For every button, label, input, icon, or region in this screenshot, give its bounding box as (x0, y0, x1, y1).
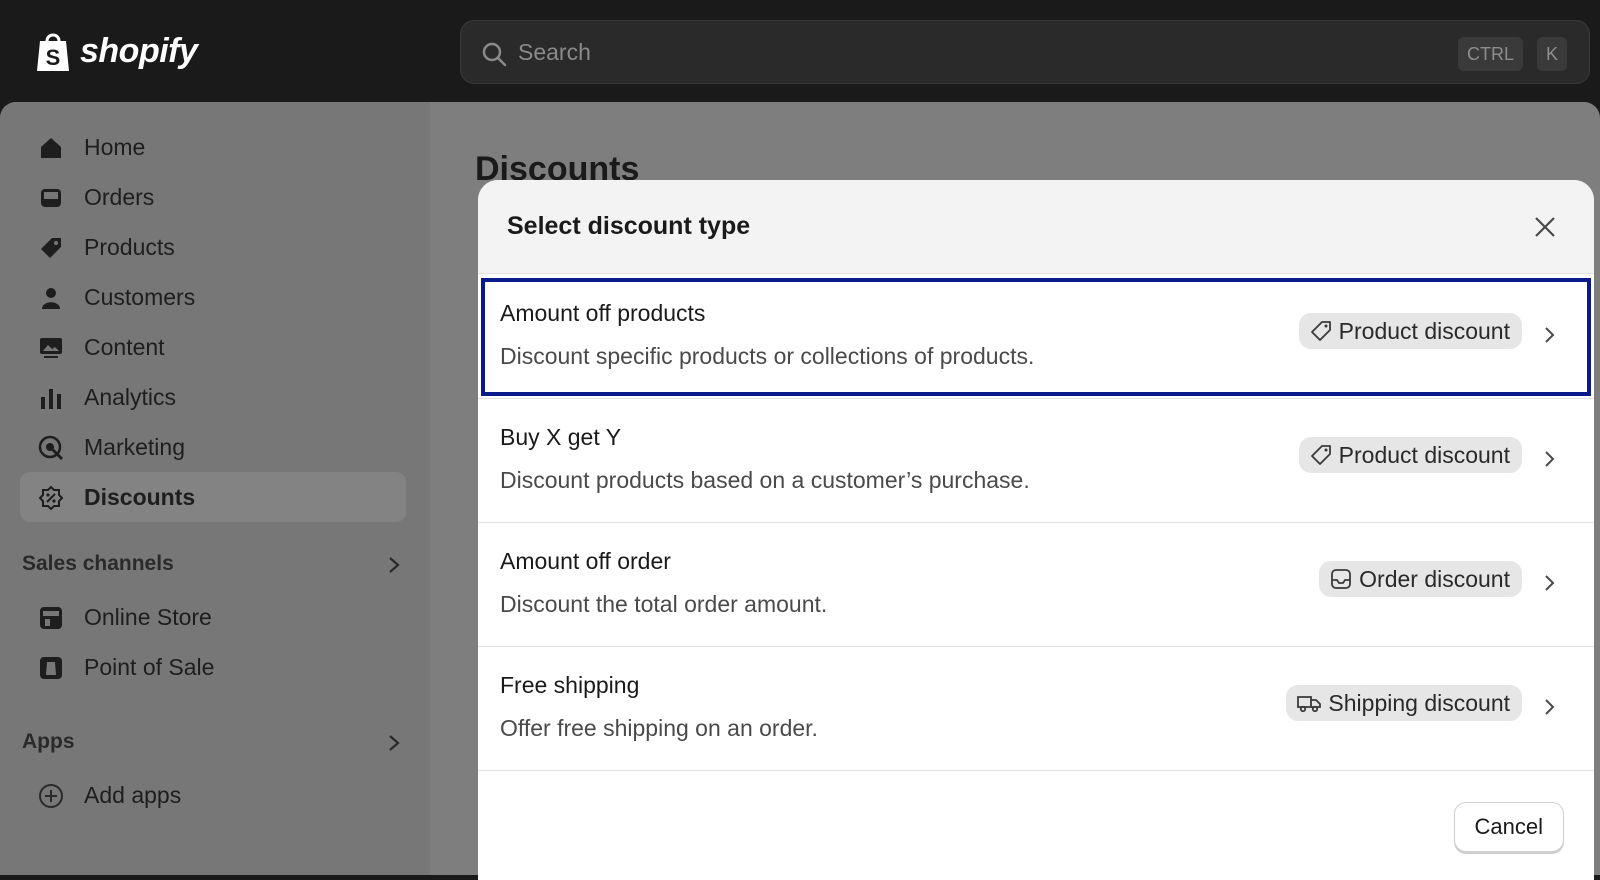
sidebar-item-orders[interactable]: Orders (20, 172, 406, 222)
cancel-button[interactable]: Cancel (1453, 802, 1564, 852)
chevron-right-icon (1545, 699, 1555, 715)
shortcut-key-k: K (1536, 37, 1567, 71)
section-label: Sales channels (22, 552, 174, 575)
tag-icon (41, 238, 61, 258)
truck-icon (1297, 696, 1322, 713)
apps-header[interactable]: Apps (22, 724, 402, 764)
target-icon (38, 435, 64, 461)
sidebar-item-products[interactable]: Products (20, 222, 406, 272)
sidebar-item-label: Add apps (84, 782, 182, 808)
sidebar-item-home[interactable]: Home (20, 122, 406, 172)
chevron-right-icon (1545, 451, 1555, 467)
close-icon[interactable] (1530, 212, 1560, 242)
order-icon (1331, 569, 1352, 589)
order-discount-badge: Order discount (1319, 561, 1522, 597)
option-title: Amount off products (500, 300, 706, 326)
badge-label: Product discount (1338, 317, 1510, 344)
sidebar: Home Orders Products Customers Content A… (0, 102, 430, 875)
option-title: Free shipping (500, 672, 640, 698)
section-label: Apps (22, 730, 75, 753)
sidebar-item-label: Marketing (84, 434, 185, 460)
select-discount-type-modal: Select discount type Amount off products… (478, 180, 1594, 880)
product-discount-badge: Product discount (1298, 437, 1522, 473)
sidebar-item-marketing[interactable]: Marketing (20, 422, 406, 472)
badge-label: Shipping discount (1328, 689, 1510, 716)
sidebar-item-analytics[interactable]: Analytics (20, 372, 406, 422)
modal-header: Select discount type (478, 180, 1594, 274)
option-description: Offer free shipping on an order. (500, 715, 818, 741)
chevron-right-icon (389, 557, 400, 573)
sidebar-item-label: Analytics (84, 384, 177, 410)
tag-icon (1310, 445, 1331, 465)
top-bar: S shopify Search CTRL K (0, 0, 1600, 102)
shipping-discount-badge: Shipping discount (1286, 685, 1522, 721)
sidebar-item-label: Products (84, 234, 175, 260)
sidebar-item-online-store[interactable]: Online Store (20, 592, 406, 642)
sidebar-item-point-of-sale[interactable]: Point of Sale (20, 642, 406, 692)
option-description: Discount the total order amount. (500, 591, 828, 617)
plus-circle-icon (39, 784, 63, 808)
bar-chart-icon (41, 389, 61, 409)
chevron-right-icon (1545, 575, 1555, 591)
search-icon (482, 42, 507, 67)
sidebar-item-discounts[interactable]: Discounts (20, 472, 406, 522)
option-amount-off-order[interactable]: Amount off order Discount the total orde… (478, 523, 1594, 647)
sidebar-item-label: Customers (84, 284, 196, 310)
pos-icon (40, 657, 62, 679)
inbox-icon (41, 189, 61, 207)
discount-icon (38, 485, 64, 511)
badge-label: Order discount (1359, 565, 1510, 592)
brand-name: shopify (80, 31, 198, 70)
option-description: Discount specific products or collection… (500, 343, 1035, 369)
sidebar-item-label: Point of Sale (84, 654, 215, 680)
svg-text:S: S (46, 45, 61, 70)
badge-label: Product discount (1338, 441, 1510, 468)
search-bar[interactable]: Search CTRL K (460, 20, 1590, 84)
option-buy-x-get-y[interactable]: Buy X get Y Discount products based on a… (478, 399, 1594, 523)
option-description: Discount products based on a customer’s … (500, 467, 1030, 493)
search-placeholder: Search (518, 39, 591, 65)
option-title: Amount off order (500, 548, 671, 574)
shopify-bag-icon: S (37, 33, 69, 71)
chevron-right-icon (1545, 327, 1555, 343)
sidebar-item-add-apps[interactable]: Add apps (20, 770, 406, 820)
sidebar-item-label: Content (84, 334, 165, 360)
sidebar-item-customers[interactable]: Customers (20, 272, 406, 322)
product-discount-badge: Product discount (1298, 313, 1522, 349)
sidebar-item-label: Orders (84, 184, 155, 210)
image-icon (40, 338, 62, 358)
sales-channels-header[interactable]: Sales channels (22, 546, 402, 586)
person-icon (42, 288, 60, 309)
option-free-shipping[interactable]: Free shipping Offer free shipping on an … (478, 647, 1594, 771)
store-icon (40, 607, 62, 629)
home-icon (41, 138, 61, 158)
tag-icon (1310, 321, 1331, 341)
modal-title: Select discount type (507, 212, 751, 240)
sidebar-item-content[interactable]: Content (20, 322, 406, 372)
option-title: Buy X get Y (500, 424, 622, 450)
sidebar-item-label: Home (84, 134, 146, 160)
shortcut-key-ctrl: CTRL (1457, 37, 1523, 71)
option-amount-off-products[interactable]: Amount off products Discount specific pr… (478, 275, 1594, 399)
chevron-right-icon (389, 735, 400, 751)
shopify-logo[interactable]: S shopify (34, 28, 198, 74)
sidebar-item-label: Online Store (84, 604, 212, 630)
sidebar-item-label: Discounts (84, 484, 196, 510)
